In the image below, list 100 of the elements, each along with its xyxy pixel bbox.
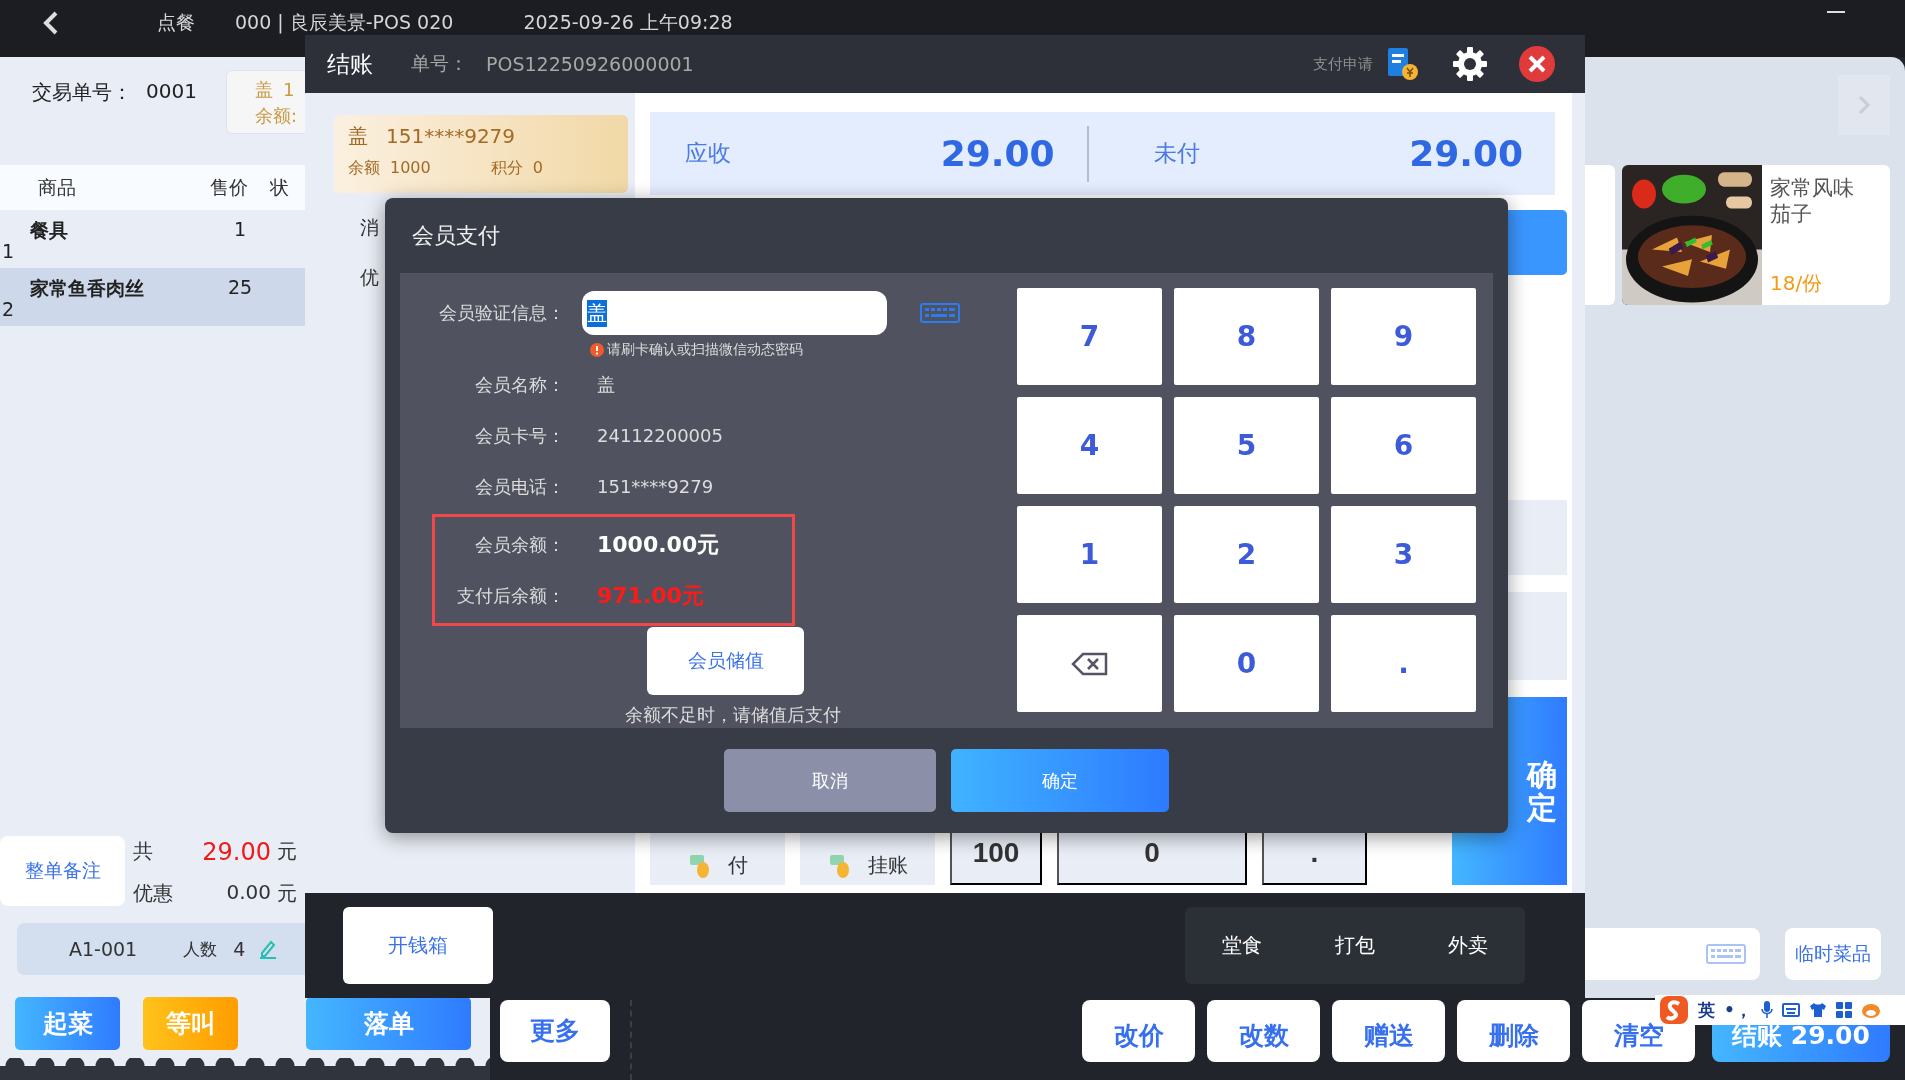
product-price: 18/份 — [1770, 270, 1824, 297]
punctuation-toggle[interactable]: •， — [1724, 998, 1752, 1022]
receivable-amount: 29.00 — [940, 133, 1055, 174]
action-button[interactable]: 起菜 — [15, 997, 120, 1050]
keypad-key[interactable]: 4 — [1017, 397, 1162, 494]
action-button[interactable]: 落单 — [306, 997, 471, 1050]
trade-label: 交易单号： — [32, 79, 132, 106]
coins-icon — [687, 853, 710, 879]
unpaid-amount: 29.00 — [1409, 133, 1523, 174]
microphone-icon[interactable] — [1760, 1001, 1773, 1019]
dialog-title: 会员支付 — [411, 221, 501, 250]
field-value: 1000.00元 — [597, 530, 720, 559]
cancel-button[interactable]: 取消 — [724, 749, 936, 812]
coins-icon — [827, 853, 850, 879]
field-label: 会员电话： — [474, 474, 565, 499]
dish-name: 餐具 — [30, 218, 69, 243]
currency-unit: 元 — [276, 838, 298, 865]
temp-dish-button[interactable]: 临时菜品 — [1785, 928, 1881, 980]
field-value: 盖 — [597, 372, 615, 397]
table-row[interactable]: 2 家常鱼香肉丝 25 — [0, 268, 305, 326]
guests-label: 人数 — [183, 937, 218, 961]
currency-unit: 元 — [276, 880, 298, 907]
payment-label: 挂账 — [867, 852, 908, 879]
keypad-key[interactable]: . — [1331, 615, 1476, 712]
keyboard-icon[interactable] — [1781, 1003, 1800, 1017]
shirt-icon[interactable] — [1808, 1002, 1827, 1018]
keypad-key[interactable]: 0 — [1174, 615, 1319, 712]
pay-request-link[interactable]: 支付申请 — [1313, 54, 1373, 74]
row-number: 1 — [1, 240, 16, 264]
receivable-label: 应收 — [685, 139, 731, 168]
member-phone: 1 — [283, 79, 295, 100]
order-number: POS12250926000001 — [486, 53, 694, 75]
receipt-icon[interactable] — [1385, 46, 1421, 82]
field-label: 会员余额： — [474, 532, 565, 557]
chevron-right-icon — [1858, 95, 1870, 115]
close-icon[interactable] — [1519, 46, 1555, 82]
table-row[interactable]: 1 餐具 1 — [0, 210, 305, 268]
member-phone: 151****9279 — [386, 124, 516, 148]
recharge-button[interactable]: 会员储值 — [647, 627, 804, 695]
page-title: 点餐 — [157, 10, 195, 35]
table-number: A1-001 — [69, 938, 138, 960]
summary-label: 消 — [360, 215, 379, 240]
dish-name: 家常鱼香肉丝 — [30, 276, 145, 301]
order-type-button[interactable]: 外卖 — [1442, 931, 1495, 960]
product-name: 家常风味茄子 — [1770, 175, 1855, 227]
column-header: 状 — [270, 174, 290, 200]
action-button[interactable]: 赠送 — [1332, 1000, 1445, 1062]
keypad-key[interactable]: 7 — [1017, 288, 1162, 385]
field-label: 支付后余额： — [456, 583, 565, 608]
date-time: 2025-09-26 上午09:28 — [523, 10, 733, 35]
keypad-key[interactable]: 1 — [1017, 506, 1162, 603]
keypad-key[interactable]: 6 — [1331, 397, 1476, 494]
field-value: 24112200005 — [597, 425, 723, 446]
keypad-key[interactable]: 2 — [1174, 506, 1319, 603]
verification-input[interactable]: 盖 — [582, 291, 887, 335]
summary-label: 优 — [360, 265, 379, 290]
field-value: 971.00元 — [597, 581, 704, 610]
discount-amount: 0.00 — [225, 880, 271, 906]
guest-count: 4 — [233, 938, 246, 960]
trade-number: 0001 — [146, 79, 197, 103]
order-number-label: 单号： — [411, 51, 468, 76]
total-label: 共 — [133, 838, 154, 865]
field-value: 151****9279 — [597, 476, 714, 497]
action-button[interactable]: 删除 — [1457, 1000, 1570, 1062]
member-name: 盖 — [348, 124, 368, 148]
unpaid-label: 未付 — [1153, 139, 1200, 168]
keypad-key[interactable]: 8 — [1174, 288, 1319, 385]
points-value: 0 — [532, 158, 543, 179]
remark-button[interactable]: 整单备注 — [0, 836, 125, 906]
keypad-key[interactable]: 9 — [1331, 288, 1476, 385]
warning-icon — [590, 343, 604, 357]
settings-icon[interactable] — [1451, 45, 1489, 83]
order-type-button[interactable]: 打包 — [1329, 931, 1381, 960]
dish-price: 25 — [226, 275, 254, 300]
grid-icon[interactable] — [1835, 1002, 1852, 1018]
column-header: 商品 — [37, 174, 77, 200]
keypad-key[interactable]: 3 — [1331, 506, 1476, 603]
hint-text: 请刷卡确认或扫描微信动态密码 — [607, 341, 803, 359]
action-button[interactable]: 改价 — [1082, 1000, 1195, 1062]
order-type-button[interactable]: 堂食 — [1215, 931, 1268, 960]
discount-label: 优惠 — [133, 880, 174, 907]
field-label: 会员名称： — [474, 372, 565, 397]
more-button[interactable]: 更多 — [500, 1000, 610, 1062]
field-label: 会员卡号： — [474, 423, 565, 448]
balance-label: 余额 — [348, 158, 380, 179]
column-header: 售价 — [210, 174, 249, 200]
row-number: 2 — [1, 298, 16, 322]
minimize-icon[interactable] — [1827, 10, 1845, 14]
points-label: 积分 — [490, 158, 523, 179]
action-button[interactable]: 改数 — [1207, 1000, 1320, 1062]
dish-price: 1 — [232, 217, 248, 242]
dialog-title: 结账 — [327, 49, 373, 79]
cash-drawer-button[interactable]: 开钱箱 — [343, 907, 493, 984]
search-field[interactable] — [1585, 928, 1760, 980]
language-toggle[interactable]: 英 — [1698, 998, 1715, 1022]
confirm-button[interactable]: 确定 — [951, 749, 1169, 812]
keypad-key[interactable]: 5 — [1174, 397, 1319, 494]
member-name: 盖 — [255, 79, 273, 100]
store-name: 000 | 良辰美景-POS 020 — [235, 10, 454, 36]
product-card[interactable]: 家常风味茄子 18/份 — [1622, 165, 1890, 305]
